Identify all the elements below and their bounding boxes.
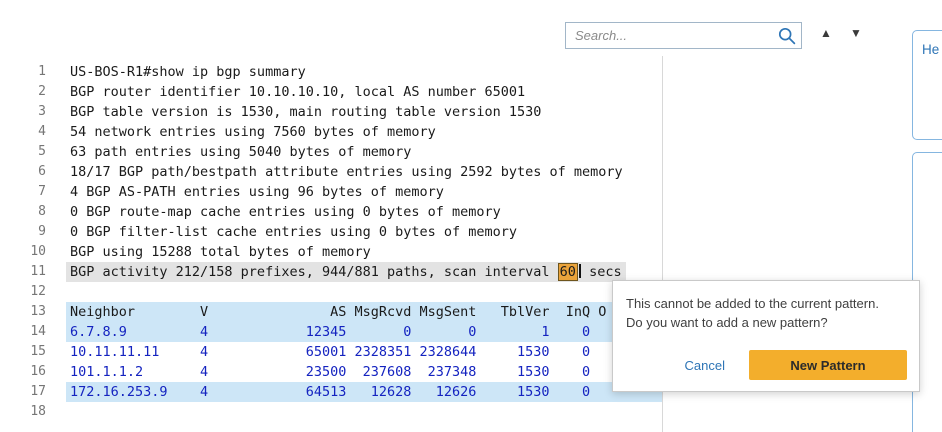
- cancel-button[interactable]: Cancel: [685, 358, 725, 373]
- new-pattern-button[interactable]: New Pattern: [749, 350, 907, 380]
- code-line[interactable]: 9 0 BGP filter-list cache entries using …: [0, 222, 662, 242]
- line-number: 14: [0, 322, 46, 342]
- code-text: 101.1.1.2 4 23500 237608 237348 1530 0: [66, 362, 594, 382]
- selected-token[interactable]: 60: [558, 263, 578, 281]
- line-number: 13: [0, 302, 46, 322]
- dialog-button-row: Cancel New Pattern: [685, 350, 907, 380]
- line-number: 3: [0, 102, 46, 122]
- search-icon[interactable]: [777, 26, 797, 46]
- line-number: 15: [0, 342, 46, 362]
- help-link[interactable]: He: [922, 42, 939, 57]
- dialog-message-line1: This cannot be added to the current patt…: [626, 294, 906, 313]
- app-root: { "search": { "placeholder": "Search..."…: [0, 0, 942, 432]
- line-number: 5: [0, 142, 46, 162]
- line-number: 4: [0, 122, 46, 142]
- find-next-button[interactable]: ▼: [850, 26, 862, 40]
- code-text-after: secs: [581, 264, 622, 280]
- code-text: BGP activity 212/158 prefixes, 944/881 p…: [66, 262, 626, 282]
- command-output-editor: 1 US-BOS-R1#show ip bgp summary 2 BGP ro…: [0, 62, 662, 422]
- code-line[interactable]: 4 54 network entries using 7560 bytes of…: [0, 122, 662, 142]
- code-line[interactable]: 1 US-BOS-R1#show ip bgp summary: [0, 62, 662, 82]
- code-text: Neighbor V AS MsgRcvd MsgSent TblVer InQ…: [66, 302, 662, 322]
- code-text: 54 network entries using 7560 bytes of m…: [66, 122, 440, 142]
- code-line[interactable]: 6 18/17 BGP path/bestpath attribute entr…: [0, 162, 662, 182]
- code-text: 10.11.11.11 4 65001 2328351 2328644 1530…: [66, 342, 594, 362]
- code-text: 6.7.8.9 4 12345 0 0 1 0: [66, 322, 662, 342]
- code-text: 0 BGP filter-list cache entries using 0 …: [66, 222, 521, 242]
- code-line[interactable]: 2 BGP router identifier 10.10.10.10, loc…: [0, 82, 662, 102]
- code-text: 0 BGP route-map cache entries using 0 by…: [66, 202, 505, 222]
- line-number: 12: [0, 282, 46, 302]
- code-text: 63 path entries using 5040 bytes of memo…: [66, 142, 415, 162]
- code-line-table-header[interactable]: 13 Neighbor V AS MsgRcvd MsgSent TblVer …: [0, 302, 662, 322]
- search-input[interactable]: [566, 23, 801, 48]
- code-line-neighbor-row[interactable]: 16 101.1.1.2 4 23500 237608 237348 1530 …: [0, 362, 662, 382]
- code-text: 172.16.253.9 4 64513 12628 12626 1530 0: [66, 382, 662, 402]
- code-text-before: BGP activity 212/158 prefixes, 944/881 p…: [70, 264, 558, 280]
- new-pattern-dialog: This cannot be added to the current patt…: [612, 280, 920, 392]
- find-previous-button[interactable]: ▲: [820, 26, 832, 40]
- code-line[interactable]: 8 0 BGP route-map cache entries using 0 …: [0, 202, 662, 222]
- code-line[interactable]: 3 BGP table version is 1530, main routin…: [0, 102, 662, 122]
- code-line-neighbor-row[interactable]: 17 172.16.253.9 4 64513 12628 12626 1530…: [0, 382, 662, 402]
- code-line[interactable]: 12: [0, 282, 662, 302]
- code-text: BGP router identifier 10.10.10.10, local…: [66, 82, 529, 102]
- code-line[interactable]: 10 BGP using 15288 total bytes of memory: [0, 242, 662, 262]
- code-line-active[interactable]: 11 BGP activity 212/158 prefixes, 944/88…: [0, 262, 662, 282]
- line-number: 16: [0, 362, 46, 382]
- code-line-neighbor-row[interactable]: 14 6.7.8.9 4 12345 0 0 1 0: [0, 322, 662, 342]
- code-line[interactable]: 7 4 BGP AS-PATH entries using 96 bytes o…: [0, 182, 662, 202]
- code-text: BGP table version is 1530, main routing …: [66, 102, 545, 122]
- line-number: 8: [0, 202, 46, 222]
- code-line-neighbor-row[interactable]: 15 10.11.11.11 4 65001 2328351 2328644 1…: [0, 342, 662, 362]
- line-number: 1: [0, 62, 46, 82]
- code-line[interactable]: 5 63 path entries using 5040 bytes of me…: [0, 142, 662, 162]
- line-number: 18: [0, 402, 46, 422]
- line-number: 9: [0, 222, 46, 242]
- code-text: 18/17 BGP path/bestpath attribute entrie…: [66, 162, 627, 182]
- search-box: [565, 22, 802, 49]
- line-number: 17: [0, 382, 46, 402]
- code-text: 4 BGP AS-PATH entries using 96 bytes of …: [66, 182, 448, 202]
- line-number: 2: [0, 82, 46, 102]
- code-text: BGP using 15288 total bytes of memory: [66, 242, 375, 262]
- line-number: 6: [0, 162, 46, 182]
- code-line[interactable]: 18: [0, 402, 662, 422]
- line-number: 7: [0, 182, 46, 202]
- line-number: 10: [0, 242, 46, 262]
- line-number: 11: [0, 262, 46, 282]
- code-text: US-BOS-R1#show ip bgp summary: [66, 62, 310, 82]
- dialog-message-line2: Do you want to add a new pattern?: [626, 313, 906, 332]
